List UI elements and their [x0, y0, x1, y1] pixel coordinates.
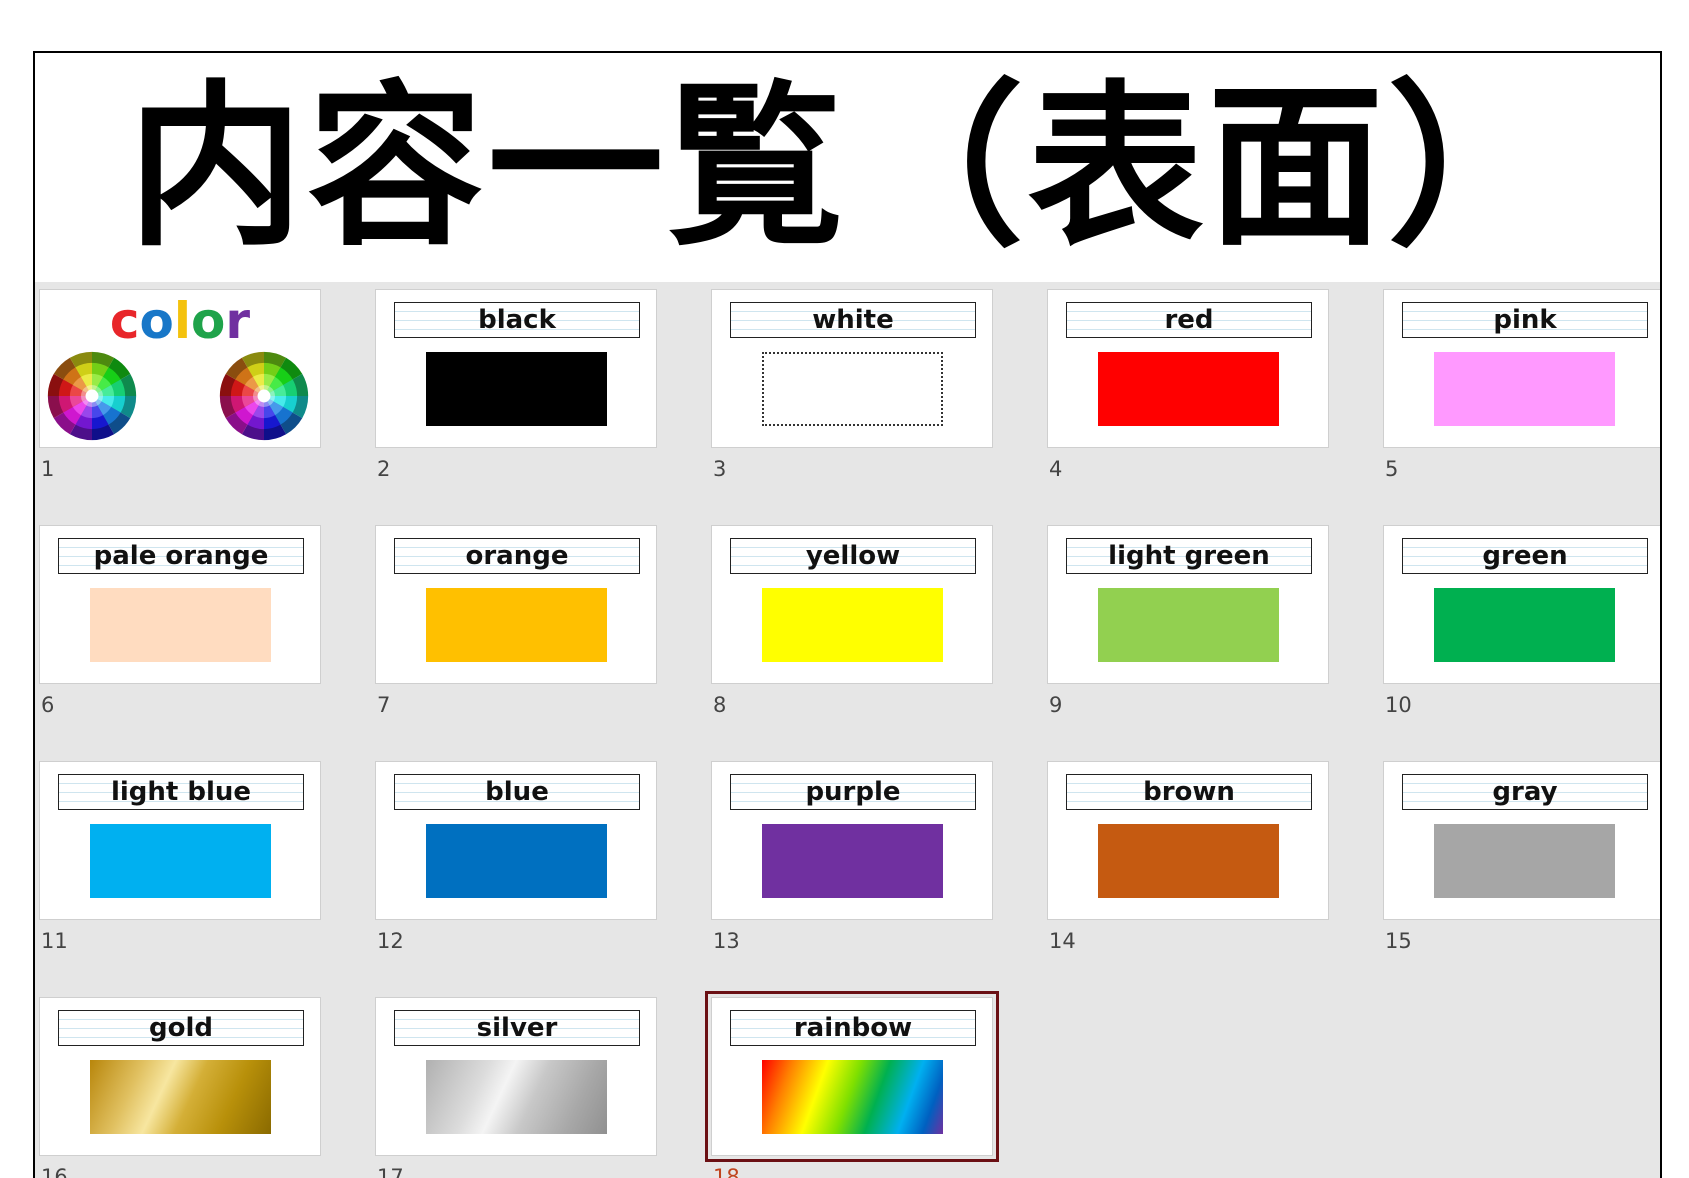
slide-number: 14	[1049, 929, 1076, 953]
color-label: black	[394, 302, 640, 338]
slide-thumbnail-orange[interactable]: orange	[375, 525, 657, 684]
slide-number: 18	[713, 1165, 740, 1178]
color-label: orange	[394, 538, 640, 574]
cover-letter: c	[109, 292, 140, 350]
color-label: yellow	[730, 538, 976, 574]
color-wheel-icon	[47, 351, 137, 441]
slide-number: 4	[1049, 457, 1063, 481]
slide-thumbnail-pale-orange[interactable]: pale orange	[39, 525, 321, 684]
slide-number: 9	[1049, 693, 1063, 717]
color-swatch	[426, 1060, 607, 1134]
color-swatch	[1098, 588, 1279, 662]
slide-number: 3	[713, 457, 727, 481]
color-label: light green	[1066, 538, 1312, 574]
slide-number: 10	[1385, 693, 1412, 717]
slide-number: 15	[1385, 929, 1412, 953]
color-label: brown	[1066, 774, 1312, 810]
color-label: gold	[58, 1010, 304, 1046]
color-label: rainbow	[730, 1010, 976, 1046]
slide-number: 16	[41, 1165, 68, 1178]
slide-thumbnail-silver[interactable]: silver	[375, 997, 657, 1156]
slide-thumbnail-rainbow[interactable]: rainbow	[705, 991, 999, 1162]
cover-letter: o	[139, 292, 174, 350]
slide-thumbnail-white[interactable]: white	[711, 289, 993, 448]
color-swatch	[1098, 824, 1279, 898]
color-swatch	[90, 588, 271, 662]
color-swatch	[426, 824, 607, 898]
slide-thumbnail-pink[interactable]: pink	[1383, 289, 1660, 448]
slide-number: 6	[41, 693, 55, 717]
cover-word: color	[40, 296, 320, 346]
slide-sorter-frame: 内容一覧（表面） color 1 black 2 white 3 red 4 pink 5 pale…	[33, 51, 1662, 1178]
slide-thumbnail-gray[interactable]: gray	[1383, 761, 1660, 920]
color-swatch	[1434, 352, 1615, 426]
color-label: light blue	[58, 774, 304, 810]
slide-thumbnail-black[interactable]: black	[375, 289, 657, 448]
slide-thumbnail-green[interactable]: green	[1383, 525, 1660, 684]
color-label: purple	[730, 774, 976, 810]
slide-number: 5	[1385, 457, 1399, 481]
cover-letter: o	[191, 292, 226, 350]
slide-thumbnail-purple[interactable]: purple	[711, 761, 993, 920]
color-swatch	[90, 1060, 271, 1134]
cover-letter: l	[173, 292, 192, 350]
color-swatch	[762, 1060, 943, 1134]
color-swatch	[426, 588, 607, 662]
color-swatch	[426, 352, 607, 426]
slide-thumbnail-yellow[interactable]: yellow	[711, 525, 993, 684]
slide-thumbnail-light-green[interactable]: light green	[1047, 525, 1329, 684]
slide-grid: color 1 black 2 white 3 red 4 pink 5 pale orange 6 o…	[35, 282, 1660, 1178]
cover-letter: r	[225, 292, 251, 350]
slide-thumbnail-brown[interactable]: brown	[1047, 761, 1329, 920]
slide-number: 1	[41, 457, 55, 481]
color-swatch	[90, 824, 271, 898]
slide-number: 2	[377, 457, 391, 481]
color-label: pink	[1402, 302, 1648, 338]
color-label: white	[730, 302, 976, 338]
color-label: green	[1402, 538, 1648, 574]
slide-number: 8	[713, 693, 727, 717]
color-label: silver	[394, 1010, 640, 1046]
color-label: blue	[394, 774, 640, 810]
slide-thumbnail-cover[interactable]: color	[39, 289, 321, 448]
slide-thumbnail-blue[interactable]: blue	[375, 761, 657, 920]
color-swatch	[1098, 352, 1279, 426]
slide-thumbnail-light-blue[interactable]: light blue	[39, 761, 321, 920]
color-swatch	[762, 352, 943, 426]
slide-number: 7	[377, 693, 391, 717]
page-title: 内容一覧（表面）	[127, 64, 1568, 270]
slide-thumbnail-red[interactable]: red	[1047, 289, 1329, 448]
color-swatch	[1434, 588, 1615, 662]
color-swatch	[1434, 824, 1615, 898]
slide-number: 17	[377, 1165, 404, 1178]
color-swatch	[762, 824, 943, 898]
color-wheel-icon	[219, 351, 309, 441]
color-label: gray	[1402, 774, 1648, 810]
slide-number: 12	[377, 929, 404, 953]
slide-number: 11	[41, 929, 68, 953]
slide-thumbnail-gold[interactable]: gold	[39, 997, 321, 1156]
color-swatch	[762, 588, 943, 662]
color-label: pale orange	[58, 538, 304, 574]
slide-number: 13	[713, 929, 740, 953]
color-label: red	[1066, 302, 1312, 338]
